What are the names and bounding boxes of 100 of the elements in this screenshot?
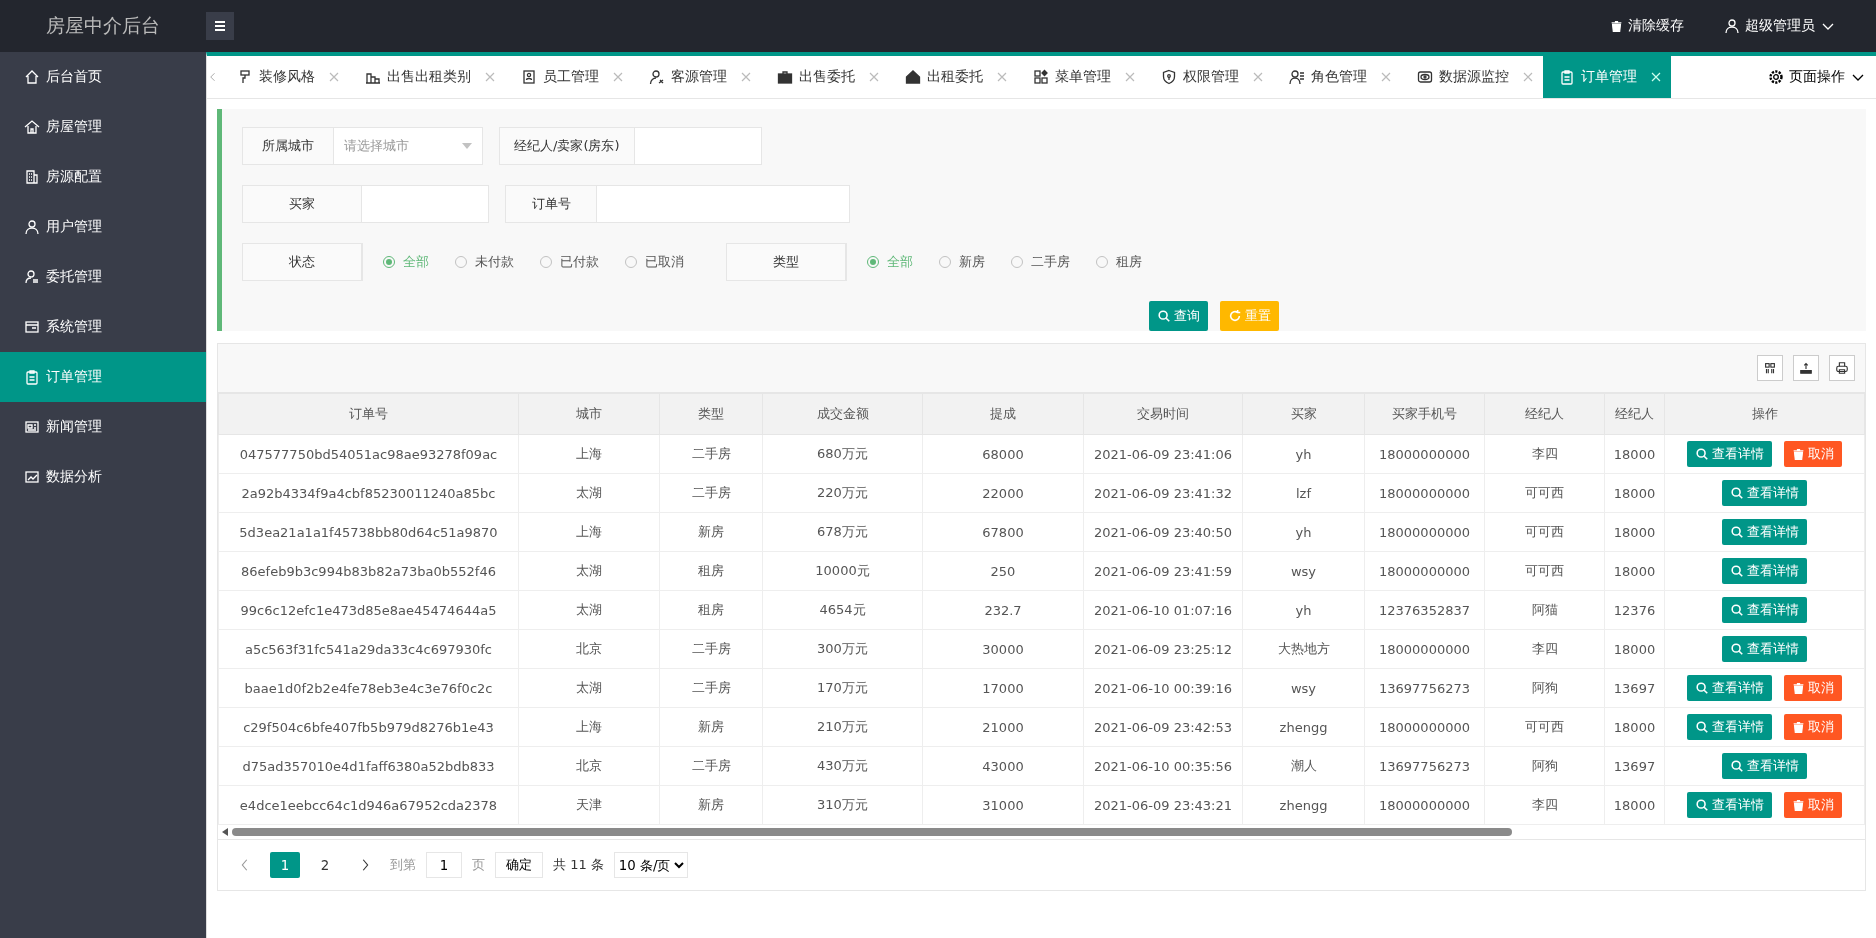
table-cell: 18000000000	[1364, 629, 1485, 669]
close-icon[interactable]	[1523, 72, 1533, 82]
refresh-icon	[1228, 309, 1242, 323]
table-cell: lzf	[1242, 473, 1365, 513]
newspaper-icon	[24, 419, 40, 435]
close-icon[interactable]	[741, 72, 751, 82]
table-cell: yh	[1242, 512, 1365, 552]
horizontal-scrollbar[interactable]	[218, 825, 1865, 840]
column-header: 操作	[1664, 393, 1865, 435]
sidebar-item[interactable]: 用户管理	[0, 202, 206, 252]
column-header: 买家	[1242, 393, 1365, 435]
close-icon[interactable]	[997, 72, 1007, 82]
table-cell: 220万元	[762, 473, 923, 513]
table-cell: 250	[922, 551, 1084, 591]
table-cell: yh	[1242, 434, 1365, 474]
columns-button[interactable]	[1757, 355, 1783, 381]
tab[interactable]: 订单管理	[1543, 56, 1671, 98]
table-cell: 太湖	[518, 668, 660, 708]
column-header: 成交金额	[762, 393, 923, 435]
menu-button[interactable]	[206, 12, 234, 40]
close-icon[interactable]	[613, 72, 623, 82]
sidebar-item[interactable]: 后台首页	[0, 52, 206, 102]
buyer-field[interactable]: 买家	[242, 185, 489, 223]
table-cell: 太湖	[518, 551, 660, 591]
table-cell: 047577750bd54051ac98ae93278f09ac	[218, 434, 519, 474]
search-button[interactable]: 查询	[1149, 301, 1208, 331]
column-header: 类型	[659, 393, 763, 435]
table-cell: 2021-06-09 23:41:06	[1083, 434, 1243, 474]
table-cell: 18000000000	[1364, 434, 1485, 474]
radio-option[interactable]: 租房	[1096, 253, 1142, 271]
close-icon[interactable]	[329, 72, 339, 82]
sidebar-item[interactable]: 房屋管理	[0, 102, 206, 152]
sidebar-item[interactable]: 房源配置	[0, 152, 206, 202]
column-header: 买家手机号	[1364, 393, 1485, 435]
close-icon[interactable]	[869, 72, 879, 82]
close-icon[interactable]	[1125, 72, 1135, 82]
search-icon	[1695, 681, 1709, 695]
table-cell: 170万元	[762, 668, 923, 708]
view-details-button[interactable]: 查看详情	[1722, 480, 1807, 506]
page-button[interactable]: 2	[310, 852, 340, 878]
user-menu[interactable]: 超级管理员	[1724, 17, 1836, 35]
table-cell: 阿猫	[1484, 590, 1605, 630]
sidebar-item[interactable]: 新闻管理	[0, 402, 206, 452]
table-cell: 2021-06-09 23:42:53	[1083, 707, 1243, 747]
close-icon[interactable]	[485, 72, 495, 82]
user-icon	[649, 69, 665, 85]
table-cell: 阿狗	[1484, 668, 1605, 708]
user-icon	[24, 219, 40, 235]
table-cell: 李四	[1484, 434, 1605, 474]
page-button[interactable]: 1	[270, 852, 300, 878]
view-details-button[interactable]: 查看详情	[1722, 519, 1807, 545]
sidebar-item[interactable]: 数据分析	[0, 452, 206, 502]
search-icon	[1157, 309, 1171, 323]
sidebar-item[interactable]: 委托管理	[0, 252, 206, 302]
gear-icon	[1768, 69, 1784, 85]
table-cell: 2021-06-09 23:25:12	[1083, 629, 1243, 669]
agent-seller-field[interactable]: 经纪人/卖家(房东)	[499, 127, 762, 165]
table-cell: 18000	[1604, 785, 1665, 825]
view-details-button[interactable]: 查看详情	[1687, 441, 1772, 467]
radio-option[interactable]: 已付款	[540, 253, 599, 271]
view-details-button[interactable]: 查看详情	[1722, 558, 1807, 584]
close-icon[interactable]	[1381, 72, 1391, 82]
page-size-select[interactable]: 10 条/页	[613, 852, 688, 878]
sidebar-item[interactable]: 订单管理	[0, 352, 206, 402]
table-cell: 12376	[1604, 590, 1665, 630]
table-cell: 新房	[659, 785, 763, 825]
total-count: 共 11 条	[553, 856, 604, 874]
page-number-field[interactable]: 1	[426, 852, 462, 878]
scroll-left-icon[interactable]	[222, 828, 228, 836]
user-icon	[1724, 18, 1740, 34]
radio-option[interactable]: 二手房	[1011, 253, 1070, 271]
table-cell: 13697756273	[1364, 746, 1485, 786]
window-icon	[24, 319, 40, 335]
table-cell: 10000元	[762, 551, 923, 591]
confirm-button[interactable]: 确定	[495, 852, 543, 878]
radio-option[interactable]: 已取消	[625, 253, 684, 271]
table-cell: zhengg	[1242, 785, 1365, 825]
search-icon	[1695, 720, 1709, 734]
print-button[interactable]	[1829, 355, 1855, 381]
view-details-button[interactable]: 查看详情	[1687, 792, 1772, 818]
table-cell: 68000	[922, 434, 1084, 474]
close-icon[interactable]	[1253, 72, 1263, 82]
view-details-button[interactable]: 查看详情	[1722, 597, 1807, 623]
clear-cache-button[interactable]: 清除缓存	[1610, 17, 1684, 35]
view-details-button[interactable]: 查看详情	[1722, 636, 1807, 662]
view-details-button[interactable]: 查看详情	[1687, 714, 1772, 740]
radio-option[interactable]: 未付款	[455, 253, 514, 271]
radio-option[interactable]: 新房	[939, 253, 985, 271]
table-cell: 22000	[922, 473, 1084, 513]
view-details-button[interactable]: 查看详情	[1687, 675, 1772, 701]
table-cell: 2021-06-09 23:41:59	[1083, 551, 1243, 591]
table-cell: zhengg	[1242, 707, 1365, 747]
export-button[interactable]	[1793, 355, 1819, 381]
table-cell: wsy	[1242, 551, 1365, 591]
column-header: 城市	[518, 393, 660, 435]
table-cell: 二手房	[659, 434, 763, 474]
table-cell: 31000	[922, 785, 1084, 825]
sidebar-item[interactable]: 系统管理	[0, 302, 206, 352]
view-details-button[interactable]: 查看详情	[1722, 753, 1807, 779]
order-number-field[interactable]: 订单号	[505, 185, 850, 223]
